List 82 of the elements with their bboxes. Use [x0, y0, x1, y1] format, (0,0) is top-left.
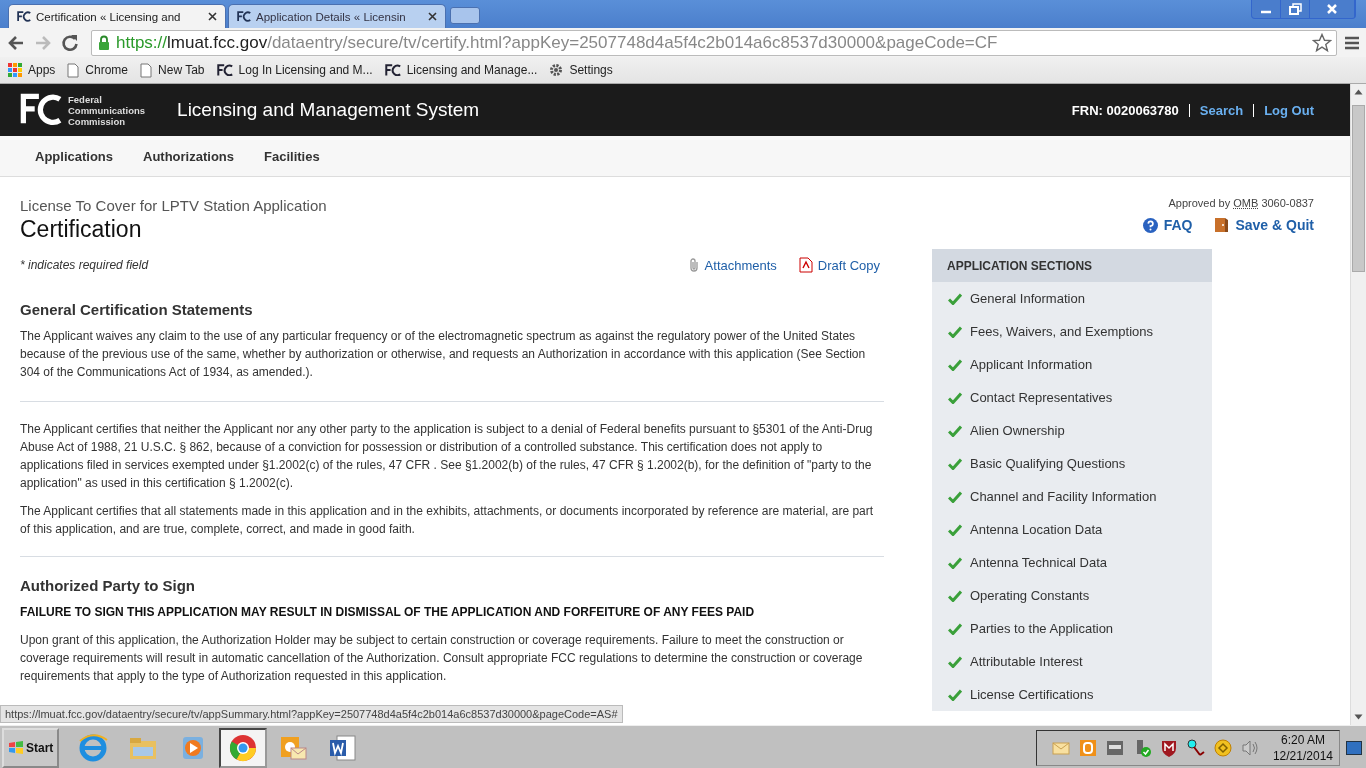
scroll-down-icon[interactable]: [1354, 714, 1363, 720]
browser-tab[interactable]: Application Details « Licensin: [228, 4, 446, 28]
page-title: Certification: [20, 216, 143, 243]
paragraph: The Applicant certifies that neither the Applicant nor any other party to the application is subject to a denial of Federal benefits pursuant to §5301 of the Anti-Drug Abuse Act of 1988, 21 U.S.C. § 862, because of a conviction for possession or distribution of a controlled substance. This certification does not apply to applications filed in services exempted under §1.2002(c) of the rules, 47 CFR . See §1.2002(b) of the rules, 47 CFR § 1.2002(b), for the definition of "party to the application" as used in this certification § 1.2002(c).: [20, 421, 874, 492]
page-icon: [67, 62, 80, 78]
pdf-icon: [798, 257, 813, 273]
section-link[interactable]: Antenna Location Data: [932, 513, 1212, 546]
show-desktop-button[interactable]: [1346, 740, 1362, 755]
reload-icon[interactable]: [60, 32, 80, 53]
fcc-logo-icon: [384, 63, 401, 77]
paragraph: Upon grant of this application, the Authorization Holder may be subject to certain construction or coverage requirements. Failure to meet the construction or coverage requirements will result in automatic cancellation of the Authorization. Consult appropriate FCC regulations to determine the construction or coverage requirements that apply to the type of Authorization requested in this application.: [20, 632, 864, 685]
page-subtitle: License To Cover for LPTV Station Application: [20, 197, 328, 214]
browser-tab[interactable]: Certification « Licensing and: [8, 4, 226, 28]
browser-e-icon: [77, 731, 110, 764]
section-link[interactable]: Alien Ownership: [932, 414, 1212, 447]
section-link[interactable]: Antenna Technical Data: [932, 546, 1212, 579]
apps-grid-icon: [8, 63, 22, 77]
attachments-link[interactable]: Attachments: [687, 257, 777, 273]
site-title: Licensing and Management System: [177, 99, 480, 121]
fcc-logo-icon: [20, 93, 62, 127]
scrollbar[interactable]: [1350, 84, 1366, 725]
door-icon: [1214, 217, 1230, 233]
bookmark[interactable]: Settings: [549, 63, 613, 77]
windows-logo-icon: [8, 740, 24, 755]
section-link[interactable]: Operating Constants: [932, 579, 1212, 612]
section-link[interactable]: Applicant Information: [932, 348, 1212, 381]
tab-title: Application Details « Licensin: [256, 10, 407, 23]
section-link[interactable]: Channel and Facility Information: [932, 480, 1212, 513]
draft-copy-link[interactable]: Draft Copy: [798, 257, 880, 273]
network-node-icon[interactable]: [1185, 737, 1206, 758]
panel-heading: APPLICATION SECTIONS: [932, 249, 1212, 282]
scroll-thumb[interactable]: [1352, 105, 1365, 272]
bookmark[interactable]: New Tab: [140, 62, 205, 78]
scroll-up-icon[interactable]: [1354, 89, 1363, 95]
start-button[interactable]: Start: [2, 727, 60, 768]
frn-number: FRN: 0020063780: [1071, 102, 1179, 118]
new-tab-button[interactable]: [450, 7, 480, 24]
close-icon[interactable]: [428, 12, 437, 21]
section-link[interactable]: Basic Qualifying Questions: [932, 447, 1212, 480]
bookmark[interactable]: Log In Licensing and M...: [216, 63, 373, 77]
favicon-icon: [17, 10, 31, 23]
section-link[interactable]: License Certifications: [932, 678, 1212, 711]
bookmark[interactable]: Apps: [8, 63, 56, 77]
save-quit-link[interactable]: Save & Quit: [1214, 217, 1314, 233]
section-link[interactable]: Parties to the Application: [932, 612, 1212, 645]
section-link[interactable]: Fees, Waivers, and Exemptions: [932, 315, 1212, 348]
close-icon[interactable]: [208, 12, 217, 21]
section-heading: General Certification Statements: [20, 301, 254, 318]
section-link[interactable]: Contact Representatives: [932, 381, 1212, 414]
section-heading: Authorized Party to Sign: [20, 577, 196, 594]
nav-link[interactable]: Authorizations: [143, 148, 234, 164]
tab-title: Certification « Licensing and: [36, 10, 182, 23]
header-link[interactable]: Log Out: [1264, 102, 1314, 118]
section-link[interactable]: General Information: [932, 282, 1212, 315]
star-icon[interactable]: [1312, 32, 1332, 53]
nav-link[interactable]: Applications: [35, 148, 113, 164]
agency-name: Federal Communications Commission: [68, 93, 146, 127]
header-link[interactable]: Search: [1199, 102, 1244, 118]
paperclip-icon: [687, 257, 700, 273]
bookmark[interactable]: Chrome: [67, 62, 129, 78]
clock[interactable]: 6:20 AM 12/21/2014: [1266, 731, 1333, 764]
page-icon: [140, 62, 153, 78]
status-url: https://lmuat.fcc.gov/dataentry/secure/tv/appSummary.html?appKey=2507748d4a5f4c2b014a6c8537d30000&pageCode=AS#: [0, 705, 623, 723]
omb-approval: Approved by OMB 3060-0837: [1168, 197, 1314, 209]
help-icon: [1142, 217, 1158, 233]
paragraph: The Applicant waives any claim to the use of any particular frequency or of the electromagnetic spectrum as against the regulatory power of the United States because of the previous use of the same, whether by authorization or otherwise, and requests an Authorization in accordance with this application (See Section 304 of the Communications Act of 1934, as amended.).: [20, 328, 867, 381]
warning-text: FAILURE TO SIGN THIS APPLICATION MAY RESULT IN DISMISSAL OF THE APPLICATION AND FORFEITURE OF ANY FEES PAID: [20, 604, 756, 621]
favicon-icon: [237, 10, 251, 23]
section-link[interactable]: Attributable Interest: [932, 645, 1212, 678]
url-text: https://lmuat.fcc.gov/dataentry/secure/tv/certify.html?appKey=2507748d4a5f4c2b014a6c8537d30000&pageCode=CF: [116, 32, 998, 53]
lock-icon: [97, 34, 111, 51]
gear-icon: [549, 63, 564, 77]
address-bar[interactable]: https://lmuat.fcc.gov/dataentry/secure/tv/certify.html?appKey=2507748d4a5f4c2b014a6c8537d30000&pageCode=CF: [91, 29, 1337, 56]
taskbar-button[interactable]: [219, 727, 268, 768]
fcc-logo-icon: [216, 63, 233, 77]
faq-link[interactable]: FAQ: [1142, 217, 1193, 233]
sync-icon[interactable]: [1212, 737, 1233, 758]
menu-icon[interactable]: [1344, 34, 1360, 51]
required-note: * indicates required field: [20, 258, 149, 272]
bookmark[interactable]: Licensing and Manage...: [384, 63, 538, 77]
nav-link[interactable]: Facilities: [264, 148, 320, 164]
paragraph: The Applicant certifies that all statements made in this application and in the exhibits, attachments, or documents incorporated by reference are material, are part of this application, and are true, complete, correct, and made in good faith.: [20, 503, 875, 538]
